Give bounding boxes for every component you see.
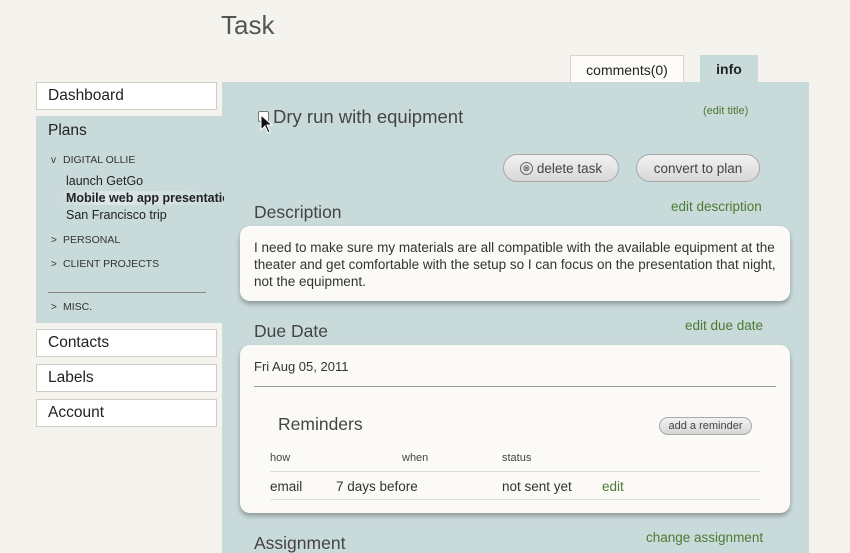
plan-group-digital-ollie[interactable]: v DIGITAL OLLIE xyxy=(36,154,224,166)
sidebar-item-labels[interactable]: Labels xyxy=(36,364,217,392)
reminder-status: not sent yet xyxy=(502,479,572,494)
sidebar-item-dashboard[interactable]: Dashboard xyxy=(36,82,217,110)
edit-title-link[interactable]: (edit title) xyxy=(703,105,748,117)
sidebar-item-plans[interactable]: Plans xyxy=(36,122,224,140)
expand-arrow-icon: > xyxy=(51,301,57,313)
plan-item-mobile-web-app[interactable]: Mobile web app presentation xyxy=(36,191,224,205)
reminder-edit-link[interactable]: edit xyxy=(602,479,624,494)
reminder-divider xyxy=(270,499,760,500)
plan-group-personal[interactable]: > PERSONAL xyxy=(36,234,224,246)
plan-group-label: MISC. xyxy=(63,301,93,313)
edit-description-link[interactable]: edit description xyxy=(671,199,762,214)
reminder-how: email xyxy=(270,479,303,494)
delete-task-button[interactable]: ⊗ delete task xyxy=(503,154,619,182)
reminder-col-when: when xyxy=(402,452,429,464)
plan-item-san-francisco[interactable]: San Francisco trip xyxy=(36,208,224,222)
assignment-heading: Assignment xyxy=(254,533,346,553)
plan-group-label: CLIENT PROJECTS xyxy=(63,258,160,270)
plan-group-label: DIGITAL OLLIE xyxy=(63,154,136,166)
description-card: I need to make sure my materials are all… xyxy=(240,226,790,301)
plan-item-launch-getgo[interactable]: launch GetGo xyxy=(36,174,224,188)
tab-info[interactable]: info xyxy=(700,55,758,83)
plan-group-client-projects[interactable]: > CLIENT PROJECTS xyxy=(36,258,224,270)
reminder-divider xyxy=(270,471,760,472)
due-date-value: Fri Aug 05, 2011 xyxy=(254,359,349,374)
expand-arrow-icon: v xyxy=(51,154,56,166)
reminders-heading: Reminders xyxy=(278,414,363,434)
sidebar-item-contacts[interactable]: Contacts xyxy=(36,329,217,357)
expand-arrow-icon: > xyxy=(51,258,57,270)
change-assignment-link[interactable]: change assignment xyxy=(646,530,763,545)
edit-due-date-link[interactable]: edit due date xyxy=(685,318,763,333)
due-date-heading: Due Date xyxy=(254,321,328,341)
due-divider xyxy=(254,386,776,387)
due-date-card: Fri Aug 05, 2011 Reminders add a reminde… xyxy=(240,345,790,513)
tab-comments[interactable]: comments(0) xyxy=(570,55,684,83)
convert-to-plan-button[interactable]: convert to plan xyxy=(636,154,760,182)
reminder-col-how: how xyxy=(270,452,291,464)
sidebar-item-account[interactable]: Account xyxy=(36,399,217,427)
sidebar: Dashboard Plans v DIGITAL OLLIE launch G… xyxy=(36,82,224,427)
task-title: Dry run with equipment xyxy=(273,106,464,127)
add-reminder-button[interactable]: add a reminder xyxy=(659,417,752,435)
plan-group-label: PERSONAL xyxy=(63,234,121,246)
sidebar-divider xyxy=(48,292,206,293)
reminder-when: 7 days before xyxy=(336,479,418,494)
close-circle-icon: ⊗ xyxy=(519,161,533,175)
cursor-arrow-icon xyxy=(260,114,274,134)
sidebar-plans-section: Plans v DIGITAL OLLIE launch GetGo Mobil… xyxy=(36,116,224,323)
page-title: Task xyxy=(221,10,275,40)
expand-arrow-icon: > xyxy=(51,234,57,246)
description-heading: Description xyxy=(254,202,342,222)
delete-task-label: delete task xyxy=(536,160,603,176)
plan-group-misc[interactable]: > MISC. xyxy=(36,301,224,313)
reminder-col-status: status xyxy=(502,452,532,464)
